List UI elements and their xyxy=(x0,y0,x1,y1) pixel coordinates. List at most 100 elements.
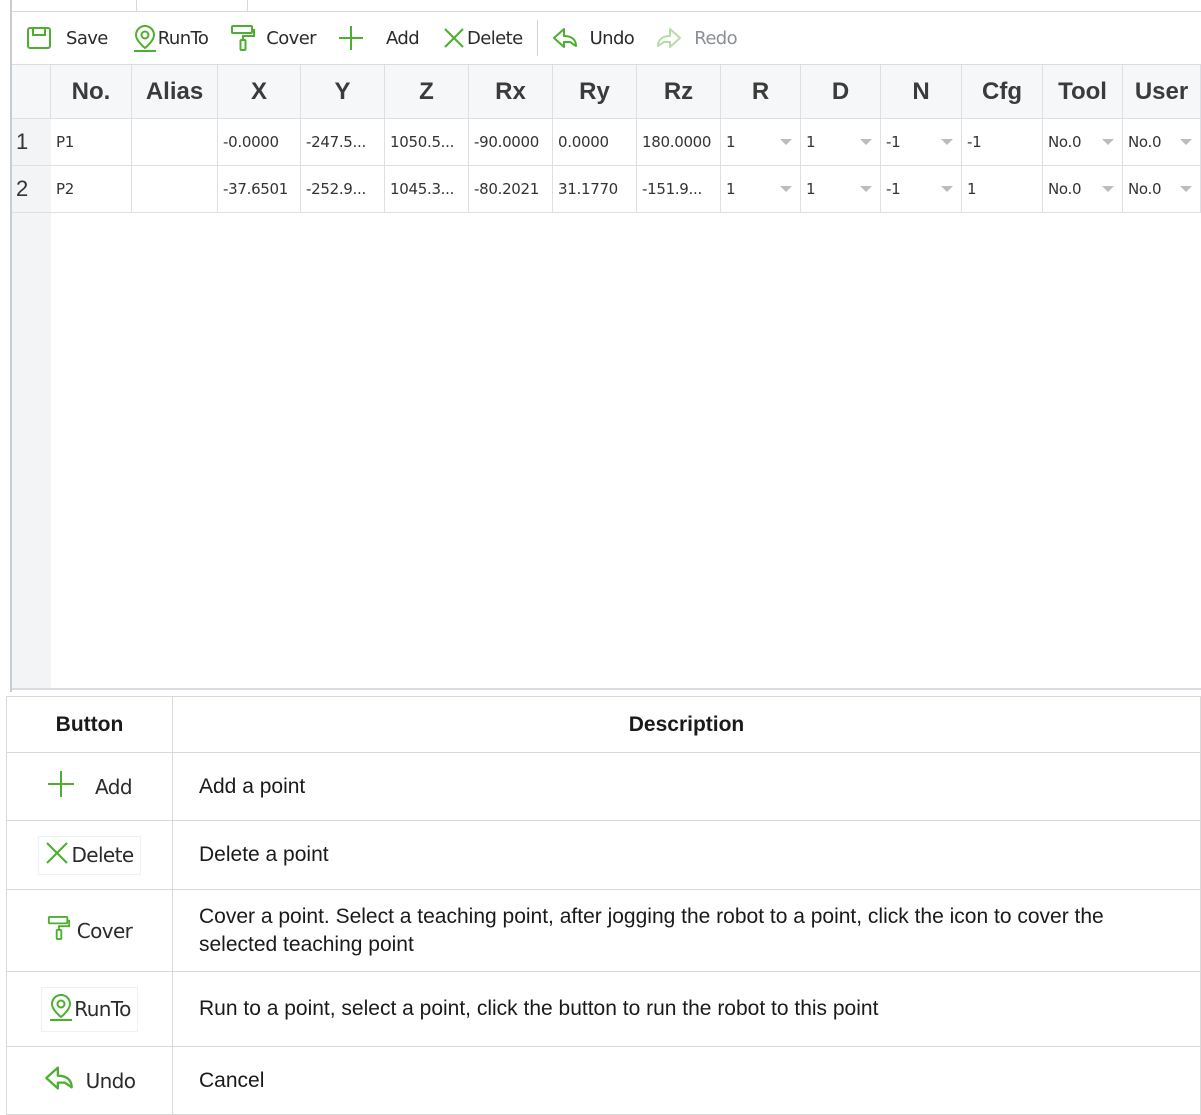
cell-ry[interactable]: 0.0000 xyxy=(553,119,637,166)
col-header-d[interactable]: D xyxy=(801,65,881,119)
corner-cell xyxy=(12,65,51,119)
cell-n-value: -1 xyxy=(886,133,901,151)
col-header-n[interactable]: N xyxy=(881,65,962,119)
grid-header: No. Alias X Y Z Rx Ry Rz R D N Cfg Tool … xyxy=(12,65,1201,119)
cell-no[interactable]: P2 xyxy=(51,166,132,213)
dropdown-arrow-icon xyxy=(941,139,953,145)
col-header-rx[interactable]: Rx xyxy=(469,65,553,119)
delete-button[interactable]: Delete xyxy=(443,27,523,49)
cell-tool-value: No.0 xyxy=(1048,133,1082,151)
col-header-z[interactable]: Z xyxy=(385,65,469,119)
delete-button-image: Delete xyxy=(38,835,141,875)
undo-button-label: Undo xyxy=(85,1068,136,1093)
cell-rx[interactable]: -90.0000 xyxy=(469,119,553,166)
row-index: 1 xyxy=(12,119,51,166)
runto-button[interactable]: RunTo xyxy=(132,24,209,52)
header-description: Description xyxy=(172,696,1201,753)
x-icon xyxy=(443,27,465,49)
cell-x[interactable]: -0.0000 xyxy=(218,119,301,166)
runto-button-label: RunTo xyxy=(74,997,131,1021)
cell-tool-select[interactable]: No.0 xyxy=(1043,166,1123,213)
cell-r-select[interactable]: 1 xyxy=(721,166,801,213)
col-header-rz[interactable]: Rz xyxy=(637,65,721,119)
cell-d-value: 1 xyxy=(806,133,816,151)
tab[interactable] xyxy=(136,0,248,11)
cell-n-value: -1 xyxy=(886,180,901,198)
cell-d-select[interactable]: 1 xyxy=(801,119,881,166)
col-header-r[interactable]: R xyxy=(721,65,801,119)
doc-button-cell: Delete xyxy=(6,820,173,890)
cell-no[interactable]: P1 xyxy=(51,119,132,166)
add-label: Add xyxy=(385,27,420,49)
plus-icon xyxy=(47,770,75,803)
cell-n-select[interactable]: -1 xyxy=(881,119,962,166)
cell-rz[interactable]: 180.0000 xyxy=(637,119,721,166)
col-header-ry[interactable]: Ry xyxy=(553,65,637,119)
paint-roller-icon xyxy=(230,24,256,52)
points-grid: No. Alias X Y Z Rx Ry Rz R D N Cfg Tool … xyxy=(12,64,1201,690)
col-header-no[interactable]: No. xyxy=(51,65,132,119)
cell-user-value: No.0 xyxy=(1128,180,1162,198)
doc-row-undo: Undo Cancel xyxy=(6,1046,1201,1115)
undo-label: Undo xyxy=(589,27,635,49)
cell-tool-select[interactable]: No.0 xyxy=(1043,119,1123,166)
add-button-label: Add xyxy=(95,774,133,799)
cell-tool-value: No.0 xyxy=(1048,180,1082,198)
cell-n-select[interactable]: -1 xyxy=(881,166,962,213)
undo-arrow-icon xyxy=(44,1065,74,1096)
doc-row-cover: Cover Cover a point. Select a teaching p… xyxy=(6,889,1201,972)
doc-description: Delete a point xyxy=(172,820,1201,890)
col-header-cfg[interactable]: Cfg xyxy=(962,65,1043,119)
dropdown-arrow-icon xyxy=(1180,139,1192,145)
redo-button[interactable]: Redo xyxy=(656,27,738,49)
cell-user-select[interactable]: No.0 xyxy=(1123,166,1201,213)
doc-description: Cover a point. Select a teaching point, … xyxy=(172,889,1201,972)
toolbar: Save RunTo Cover Add Delete Undo Redo xyxy=(12,13,1201,63)
runto-label: RunTo xyxy=(157,27,209,49)
doc-header-row: Button Description xyxy=(6,696,1201,753)
cell-cfg[interactable]: -1 xyxy=(962,119,1043,166)
cell-r-value: 1 xyxy=(726,180,736,198)
col-header-tool[interactable]: Tool xyxy=(1043,65,1123,119)
col-header-x[interactable]: X xyxy=(218,65,301,119)
cover-button[interactable]: Cover xyxy=(230,24,317,52)
doc-row-runto: RunTo Run to a point, select a point, cl… xyxy=(6,971,1201,1047)
cell-rx[interactable]: -80.2021 xyxy=(469,166,553,213)
cell-ry[interactable]: 31.1770 xyxy=(553,166,637,213)
paint-roller-icon xyxy=(47,914,71,947)
doc-button-cell: RunTo xyxy=(6,971,173,1047)
cell-r-select[interactable]: 1 xyxy=(721,119,801,166)
cell-user-select[interactable]: No.0 xyxy=(1123,119,1201,166)
delete-label: Delete xyxy=(467,27,523,49)
cell-y[interactable]: -247.5... xyxy=(301,119,385,166)
cell-alias[interactable] xyxy=(132,119,218,166)
undo-button[interactable]: Undo xyxy=(552,27,635,49)
cell-z[interactable]: 1045.3... xyxy=(385,166,469,213)
undo-arrow-icon xyxy=(552,27,578,49)
plus-icon xyxy=(338,25,364,51)
dropdown-arrow-icon xyxy=(1102,186,1114,192)
cell-cfg[interactable]: 1 xyxy=(962,166,1043,213)
cell-rz[interactable]: -151.9... xyxy=(637,166,721,213)
save-button[interactable]: Save xyxy=(26,26,108,50)
cell-x[interactable]: -37.6501 xyxy=(218,166,301,213)
cell-alias[interactable] xyxy=(132,166,218,213)
cell-d-value: 1 xyxy=(806,180,816,198)
add-button-image: Add xyxy=(41,766,138,807)
cover-label: Cover xyxy=(266,27,316,49)
col-header-alias[interactable]: Alias xyxy=(132,65,218,119)
dropdown-arrow-icon xyxy=(1102,139,1114,145)
doc-button-cell: Undo xyxy=(6,1046,173,1115)
cell-d-select[interactable]: 1 xyxy=(801,166,881,213)
add-button[interactable]: Add xyxy=(338,25,420,51)
cell-user-value: No.0 xyxy=(1128,133,1162,151)
dropdown-arrow-icon xyxy=(860,139,872,145)
doc-button-cell: Add xyxy=(6,752,173,821)
location-pin-icon xyxy=(132,24,158,52)
col-header-user[interactable]: User xyxy=(1123,65,1201,119)
cell-y[interactable]: -252.9... xyxy=(301,166,385,213)
cell-z[interactable]: 1050.5... xyxy=(385,119,469,166)
redo-arrow-icon xyxy=(656,27,682,49)
x-icon xyxy=(45,841,69,870)
col-header-y[interactable]: Y xyxy=(301,65,385,119)
